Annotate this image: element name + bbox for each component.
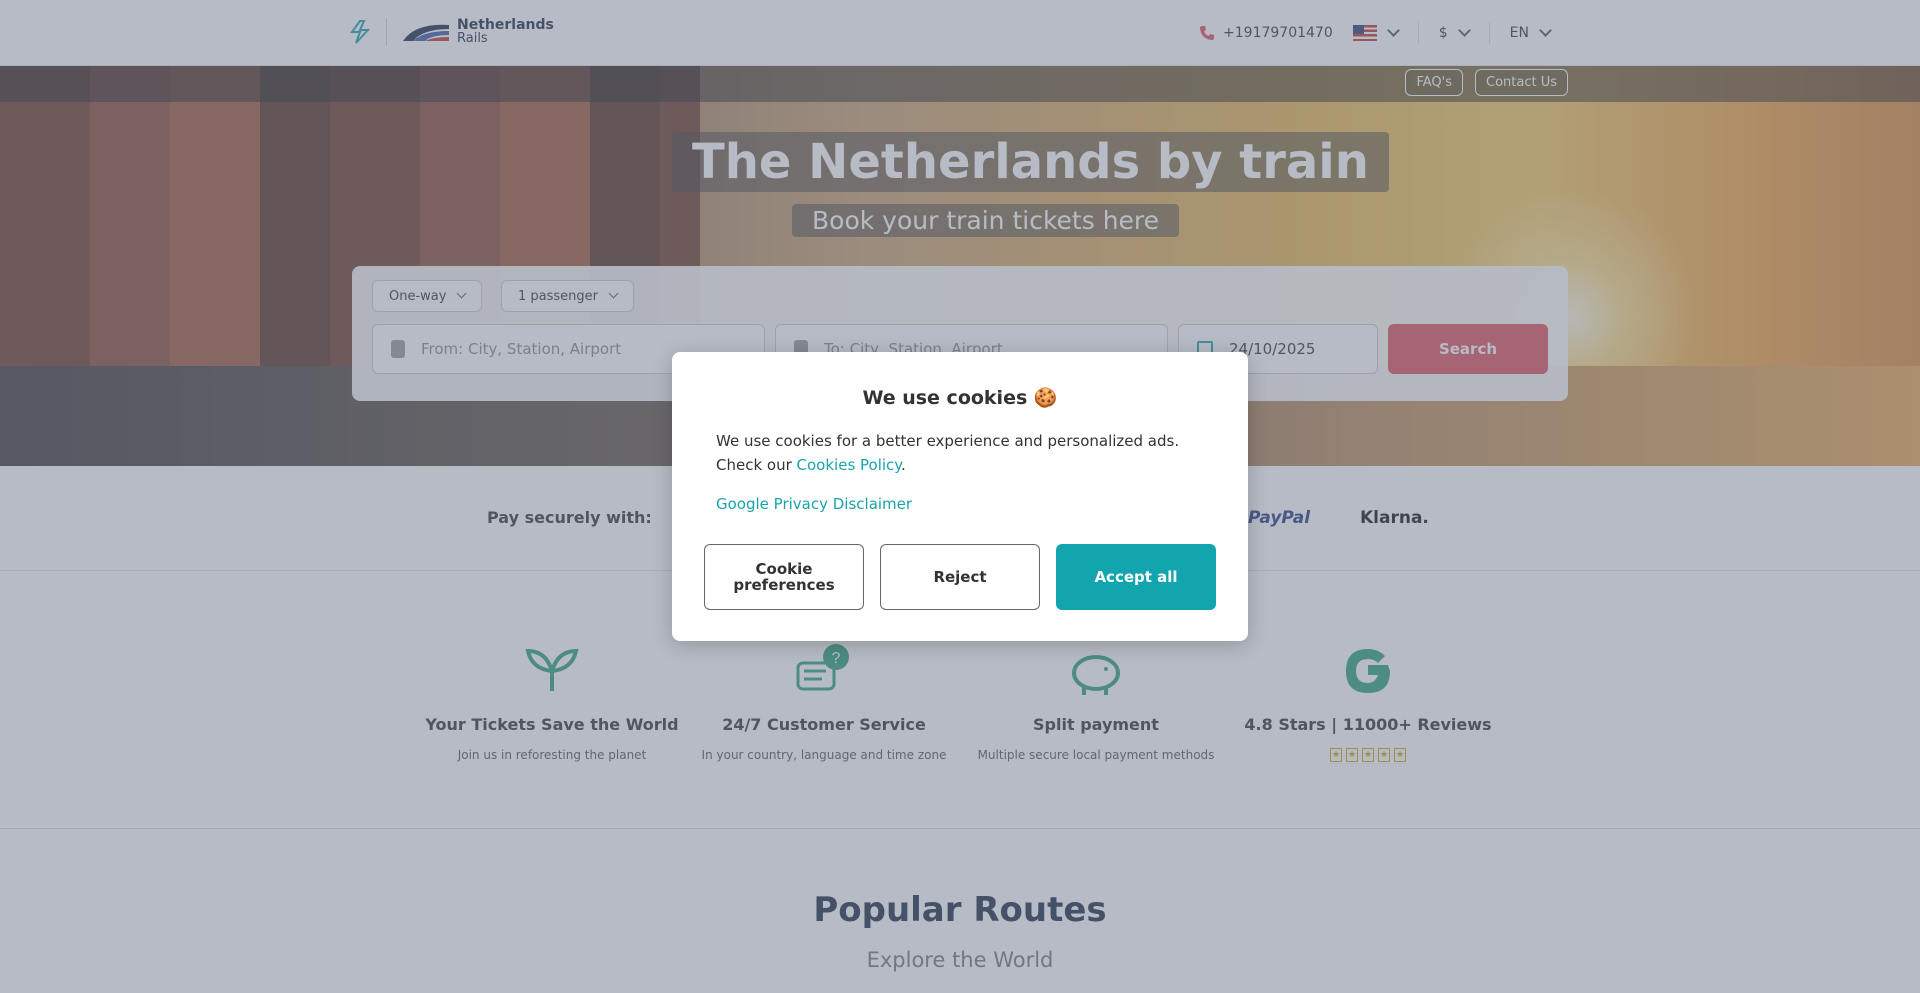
cookie-body-text: We use cookies for a better experience a… (716, 432, 1180, 474)
google-privacy-link[interactable]: Google Privacy Disclaimer (716, 495, 912, 513)
cookie-dialog: We use cookies 🍪 We use cookies for a be… (672, 352, 1248, 641)
cookie-dialog-title: We use cookies 🍪 (862, 387, 1058, 409)
cookie-preferences-button[interactable]: Cookie preferences (704, 544, 864, 610)
accept-all-button[interactable]: Accept all (1056, 544, 1216, 610)
cookies-policy-link[interactable]: Cookies Policy (797, 456, 902, 474)
cookie-body-period: . (901, 456, 906, 474)
cookie-dialog-body: We use cookies for a better experience a… (716, 429, 1206, 477)
reject-button[interactable]: Reject (880, 544, 1040, 610)
